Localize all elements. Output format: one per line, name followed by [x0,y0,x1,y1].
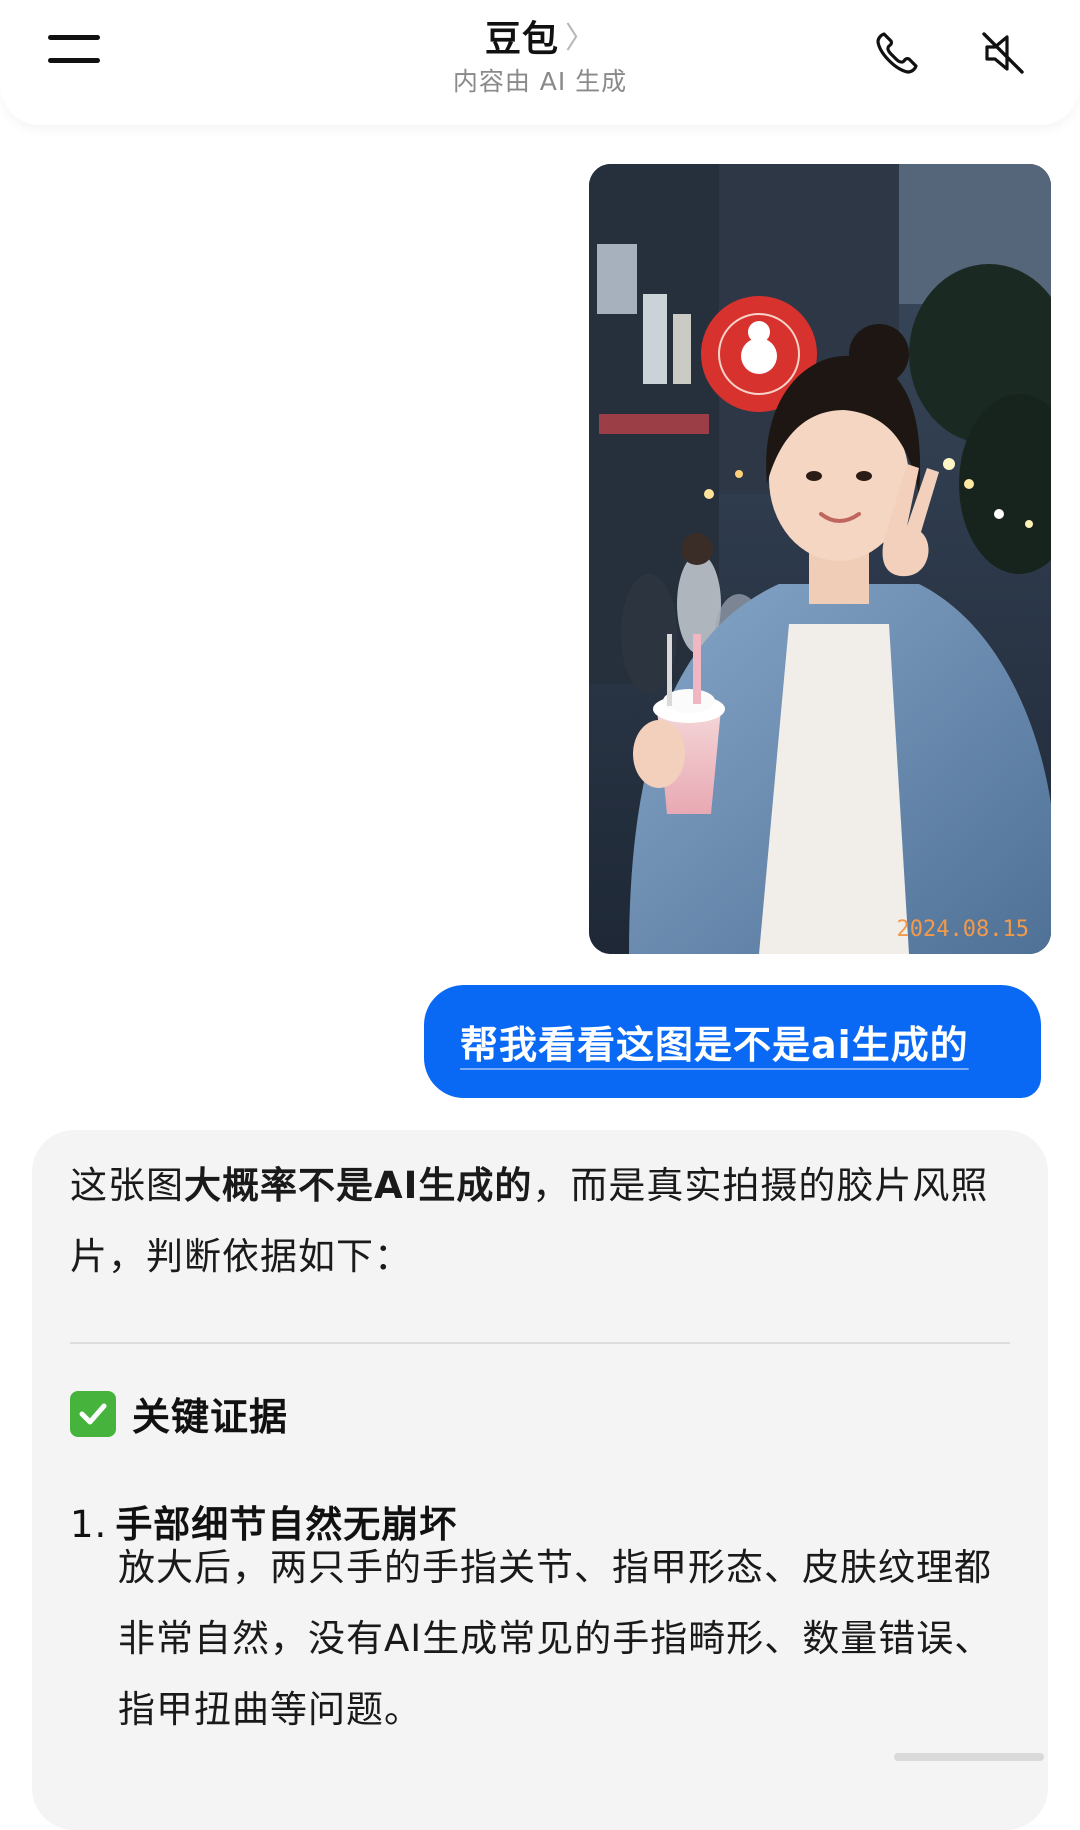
bot-title: 豆包 [484,19,559,60]
evidence-item-body: 放大后，两只手的手指关节、指甲形态、皮肤纹理都非常自然，没有AI生成常见的手指畸… [118,1546,993,1731]
chat-header: 豆包〉 内容由 AI 生成 [0,0,1080,125]
home-indicator [894,1753,1044,1761]
section-title: 关键证据 [132,1395,289,1439]
chevron-right-icon: 〉 [565,21,595,56]
answer-intro: 这张图大概率不是AI生成的，而是真实拍摄的胶片风照片，判断依据如下： [70,1164,989,1278]
user-message-bubble[interactable]: 帮我看看这图是不是ai生成的 [424,985,1041,1098]
photo-date-stamp: 2024.08.15 [897,917,1029,942]
speaker-muted-icon[interactable] [978,28,1028,78]
divider [70,1342,1010,1344]
evidence-item-number: 1. [70,1503,108,1546]
answer-verdict: 大概率不是AI生成的 [184,1164,533,1207]
phone-icon[interactable] [872,28,922,78]
sent-photo[interactable]: 2024.08.15 [589,164,1051,954]
check-mark-icon [70,1390,116,1437]
section-heading: 关键证据 [70,1386,288,1441]
user-message-text: 帮我看看这图是不是ai生成的 [460,1023,969,1067]
assistant-answer-card: 这张图大概率不是AI生成的，而是真实拍摄的胶片风照片，判断依据如下： 关键证据 … [32,1130,1048,1830]
